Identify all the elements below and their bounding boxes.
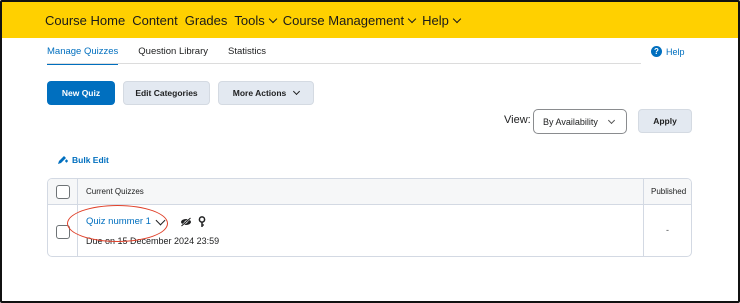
bulk-edit-label: Bulk Edit <box>72 155 109 165</box>
nav-course-management[interactable]: Course Management <box>282 12 417 28</box>
nav-help[interactable]: Help <box>422 12 462 28</box>
quizzes-table: Current Quizzes Published Quiz nummer 1 … <box>47 178 692 257</box>
help-link[interactable]: ? Help <box>651 46 685 57</box>
nav-course-management-label: Course Management <box>282 12 405 28</box>
key-icon <box>198 216 206 227</box>
question-circle-icon: ? <box>651 46 662 57</box>
header-current-quizzes: Current Quizzes <box>86 187 144 196</box>
view-select-value: By Availability <box>543 116 598 127</box>
view-select[interactable]: By Availability <box>533 109 627 134</box>
chevron-down-icon <box>407 14 417 23</box>
bulk-edit-link[interactable]: Bulk Edit <box>57 155 109 165</box>
apply-label: Apply <box>653 116 677 126</box>
page-frame: Course Home Content Grades Tools Course … <box>0 0 740 303</box>
nav-tools-label: Tools <box>234 12 265 28</box>
edit-categories-button[interactable]: Edit Categories <box>123 81 210 105</box>
tab-divider <box>47 63 641 64</box>
more-actions-label: More Actions <box>232 88 287 98</box>
eye-hidden-icon <box>180 217 192 227</box>
more-actions-button[interactable]: More Actions <box>218 81 314 105</box>
quiz-name-link[interactable]: Quiz nummer 1 <box>86 216 151 227</box>
chevron-down-icon <box>607 116 616 125</box>
column-divider <box>643 179 644 256</box>
chevron-down-icon <box>293 87 301 96</box>
new-quiz-button[interactable]: New Quiz <box>47 81 115 105</box>
nav-grades[interactable]: Grades <box>185 13 228 28</box>
apply-button[interactable]: Apply <box>638 109 692 133</box>
nav-course-home-label: Course Home <box>45 12 126 28</box>
row-checkbox[interactable] <box>56 225 70 239</box>
course-navbar: Course Home Content Grades Tools Course … <box>2 2 738 38</box>
quiz-actions-chevron-icon[interactable] <box>155 215 166 226</box>
column-divider <box>77 179 78 256</box>
edit-categories-label: Edit Categories <box>135 88 198 98</box>
chevron-down-icon <box>452 14 462 23</box>
pencil-edit-icon <box>58 156 68 164</box>
nav-course-home[interactable]: Course Home <box>45 13 125 28</box>
chevron-down-icon <box>268 14 277 23</box>
quiz-published-status: - <box>666 225 669 235</box>
view-label: View: <box>504 114 531 126</box>
nav-help-label: Help <box>422 12 449 28</box>
select-all-checkbox[interactable] <box>56 185 70 199</box>
nav-grades-label: Grades <box>184 12 228 28</box>
table-header <box>48 179 691 205</box>
help-label: Help <box>666 46 685 57</box>
nav-content-label: Content <box>132 12 178 28</box>
nav-tools[interactable]: Tools <box>234 12 277 28</box>
new-quiz-label: New Quiz <box>61 88 101 98</box>
quiz-due-date: Due on 15 December 2024 23:59 <box>86 236 220 246</box>
header-published: Published <box>651 187 687 196</box>
nav-content[interactable]: Content <box>132 13 178 28</box>
